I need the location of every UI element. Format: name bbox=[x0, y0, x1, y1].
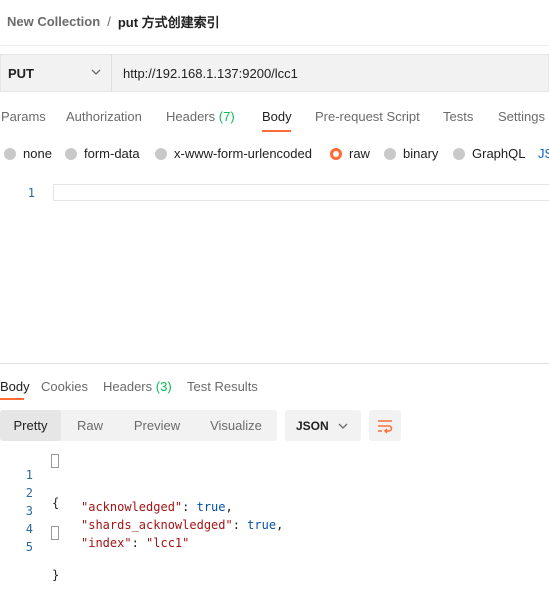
tab-tests[interactable]: Tests bbox=[443, 109, 473, 124]
url-input[interactable]: http://192.168.1.137:9200/lcc1 bbox=[123, 66, 298, 81]
radio-button-selected bbox=[330, 147, 342, 160]
code-line: 5 } bbox=[0, 526, 59, 582]
json-comma: , bbox=[225, 500, 233, 514]
code-line: 2 "acknowledged": true, bbox=[0, 472, 233, 514]
response-language-select[interactable]: JSON bbox=[285, 410, 361, 441]
view-raw-button[interactable]: Raw bbox=[61, 410, 119, 441]
radio-none[interactable]: none bbox=[4, 146, 52, 161]
response-tab-cookies[interactable]: Cookies bbox=[41, 379, 88, 394]
active-tab-indicator bbox=[262, 130, 291, 132]
radio-urlencoded-label: x-www-form-urlencoded bbox=[174, 146, 312, 161]
json-value: true bbox=[247, 518, 277, 532]
request-name[interactable]: put 方式创建索引 bbox=[118, 12, 220, 31]
radio-graphql-label: GraphQL bbox=[472, 146, 526, 161]
breadcrumb-collection-link[interactable]: New Collection bbox=[7, 14, 100, 29]
code-line: 1 { bbox=[0, 454, 59, 510]
radio-urlencoded[interactable]: x-www-form-urlencoded bbox=[155, 146, 312, 161]
radio-button bbox=[384, 147, 396, 160]
tab-headers-label: Headers bbox=[166, 109, 216, 124]
tab-body[interactable]: Body bbox=[262, 109, 292, 124]
radio-binary-label: binary bbox=[403, 146, 439, 161]
radio-form-data[interactable]: form-data bbox=[65, 146, 140, 161]
response-tab-headers[interactable]: Headers (3) bbox=[103, 379, 172, 394]
radio-button bbox=[453, 147, 465, 160]
json-close-brace: } bbox=[52, 568, 60, 582]
radio-raw[interactable]: raw bbox=[330, 146, 370, 161]
response-language-label: JSON bbox=[296, 419, 329, 433]
breadcrumb-separator: / bbox=[107, 13, 111, 29]
code-line: 3 "shards_acknowledged": true, bbox=[0, 490, 284, 532]
tab-settings[interactable]: Settings bbox=[498, 109, 545, 124]
radio-graphql[interactable]: GraphQL bbox=[453, 146, 525, 161]
request-body-editor[interactable] bbox=[53, 184, 549, 201]
bracket-match-box bbox=[51, 454, 59, 468]
view-visualize-button[interactable]: Visualize bbox=[195, 410, 277, 441]
response-tab-headers-count: (3) bbox=[155, 379, 172, 394]
wrap-lines-icon bbox=[378, 420, 393, 434]
json-value: true bbox=[196, 500, 226, 514]
radio-button bbox=[4, 147, 16, 160]
json-comma: , bbox=[276, 518, 284, 532]
response-tab-body[interactable]: Body bbox=[0, 379, 30, 394]
response-tab-headers-label: Headers bbox=[103, 379, 153, 394]
view-pretty-button[interactable]: Pretty bbox=[0, 410, 61, 441]
tab-headers-count: (7) bbox=[218, 109, 235, 124]
json-value: "lcc1" bbox=[146, 536, 190, 550]
radio-raw-label: raw bbox=[349, 146, 370, 161]
active-response-tab-indicator bbox=[0, 398, 24, 400]
raw-format-select[interactable]: JS bbox=[538, 146, 549, 161]
chevron-down-icon bbox=[91, 69, 101, 75]
panel-divider[interactable] bbox=[0, 363, 549, 364]
code-line: 4 "index": "lcc1" bbox=[0, 508, 190, 550]
radio-form-data-label: form-data bbox=[84, 146, 140, 161]
response-tab-test-results[interactable]: Test Results bbox=[187, 379, 258, 394]
json-key: "acknowledged" bbox=[81, 500, 183, 514]
method-divider bbox=[111, 54, 112, 92]
line-number: 5 bbox=[25, 540, 33, 554]
tab-params[interactable]: Params bbox=[1, 109, 46, 124]
json-entry: "acknowledged": true, bbox=[81, 500, 233, 514]
radio-none-label: none bbox=[23, 146, 52, 161]
radio-button bbox=[65, 147, 77, 160]
editor-line-number: 1 bbox=[27, 186, 35, 200]
json-key: "index" bbox=[81, 536, 132, 550]
json-key: "shards_acknowledged" bbox=[81, 518, 233, 532]
breadcrumb: New Collection / put 方式创建索引 bbox=[7, 12, 220, 30]
radio-button bbox=[155, 147, 167, 160]
wrap-lines-button[interactable] bbox=[369, 410, 401, 441]
json-entry: "index": "lcc1" bbox=[81, 536, 190, 550]
header-divider bbox=[0, 45, 549, 46]
method-label: PUT bbox=[8, 65, 34, 81]
radio-binary[interactable]: binary bbox=[384, 146, 438, 161]
bracket-match-box bbox=[51, 526, 59, 540]
json-open-brace: { bbox=[52, 496, 60, 510]
tab-headers[interactable]: Headers (7) bbox=[166, 109, 235, 124]
tab-authorization[interactable]: Authorization bbox=[66, 109, 142, 124]
view-preview-button[interactable]: Preview bbox=[119, 410, 195, 441]
tab-pre-request-script[interactable]: Pre-request Script bbox=[315, 109, 420, 124]
method-select[interactable]: PUT bbox=[0, 54, 111, 92]
json-entry: "shards_acknowledged": true, bbox=[81, 518, 284, 532]
chevron-down-icon bbox=[338, 423, 348, 429]
